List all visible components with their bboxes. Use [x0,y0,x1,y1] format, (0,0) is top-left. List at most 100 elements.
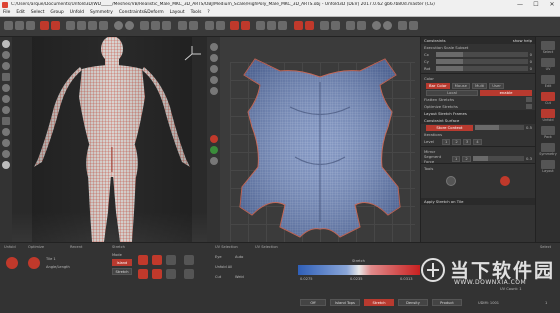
snap-icon[interactable] [346,21,355,30]
mode-uv-icon[interactable] [541,58,555,67]
pack-icon[interactable] [320,21,329,30]
optimize-checkbox[interactable] [526,104,532,109]
loop-select-icon[interactable] [2,128,10,136]
mode-pack-icon[interactable] [541,126,555,135]
level-2-button[interactable]: 2 [452,138,461,145]
tool-target-icon[interactable] [500,176,510,186]
local-button[interactable]: Local [426,89,478,96]
shading-icon[interactable] [125,21,134,30]
uv-select-icon[interactable] [209,43,218,51]
island-button[interactable]: Island [112,259,132,266]
new-icon[interactable] [4,21,13,30]
flatten-checkbox[interactable] [526,97,532,102]
tool-c-icon[interactable] [166,255,176,265]
tool-f-icon[interactable] [166,269,176,279]
select-vertex-icon[interactable] [66,21,75,30]
select-tool-icon[interactable] [2,40,10,48]
close-button[interactable]: ✕ [544,0,560,9]
minimize-button[interactable]: — [512,0,528,9]
uv-grid-icon[interactable] [209,157,218,165]
redo-icon[interactable] [51,21,60,30]
iterations-slider[interactable] [474,125,524,130]
scale-icon[interactable] [278,21,287,30]
maximize-button[interactable]: ☐ [528,0,544,9]
weld-label[interactable]: Weld [235,275,244,279]
frame-icon[interactable] [189,21,198,30]
tab-bar-color[interactable]: Bar Color [426,82,450,89]
undo-icon[interactable] [40,21,49,30]
menu-tools[interactable]: Tools [188,10,205,15]
viewport-uv[interactable] [220,37,420,242]
texture-icon[interactable] [151,21,160,30]
tab-mouse[interactable]: Mouse [451,82,470,89]
select-edge-icon[interactable] [77,21,86,30]
stretch-view-icon[interactable] [372,21,381,30]
align-icon[interactable] [331,21,340,30]
density-button[interactable]: Density [398,299,428,306]
optimize-icon[interactable] [305,21,314,30]
open-icon[interactable] [15,21,24,30]
menu-file[interactable]: File [0,10,13,15]
menu-layout[interactable]: Layout [167,10,188,15]
cut-tool-icon[interactable] [230,21,239,30]
rotate-icon[interactable] [267,21,276,30]
viewport-3d[interactable] [12,37,207,242]
grid-icon[interactable] [205,21,214,30]
uv-rotate-icon[interactable] [209,65,218,73]
menu-help[interactable]: ? [204,10,212,15]
tool-g-icon[interactable] [184,255,194,265]
cy-slider[interactable] [436,59,528,64]
island-tops-button[interactable]: Island Tops [330,299,360,306]
side-view-icon[interactable] [2,106,10,114]
symmetry-axis-icon[interactable] [409,21,418,30]
eye-label[interactable]: Eye [215,255,222,259]
brush-tool-icon[interactable] [2,51,10,59]
mode-cut-icon[interactable] [541,92,555,101]
mode-layout-icon[interactable] [541,160,555,169]
tab-user[interactable]: User [489,82,504,89]
unfold-all-label[interactable]: Unfold All [215,265,232,269]
move-icon[interactable] [256,21,265,30]
iterations-value[interactable]: 0.5 [526,125,532,130]
segment-2-button[interactable]: 2 [462,155,471,162]
menu-select[interactable]: Select [28,10,48,15]
uv-move-icon[interactable] [209,54,218,62]
ring-select-icon[interactable] [2,117,10,125]
orientation-gizmo-icon[interactable] [181,45,203,63]
optimize-action-icon[interactable] [28,257,40,269]
tool-d-icon[interactable] [138,269,148,279]
segment-1-button[interactable]: 1 [452,155,461,162]
cut-label[interactable]: Cut [215,275,221,279]
tool-b-icon[interactable] [152,255,162,265]
unfold-action-icon[interactable] [6,257,18,269]
menu-constraints-deform[interactable]: Constraints&Deform [116,10,167,15]
tile-icon[interactable] [216,21,225,30]
product-button[interactable]: Product [432,299,462,306]
cx-slider[interactable] [436,52,528,57]
menu-symmetry[interactable]: Symmetry [87,10,116,15]
grow-select-icon[interactable] [2,139,10,147]
density-view-icon[interactable] [383,21,392,30]
level-3-button[interactable]: 3 [462,138,472,145]
mode-symmetry-icon[interactable] [541,143,555,152]
rot-slider[interactable] [436,66,528,71]
wireframe-icon[interactable] [140,21,149,30]
select-face-icon[interactable] [88,21,97,30]
light-bulb-icon[interactable] [2,161,10,169]
cx-value[interactable]: 0 [530,52,532,57]
level-4-button[interactable]: 4 [473,138,482,145]
save-icon[interactable] [26,21,35,30]
stretch-mode-button[interactable]: Stretch [112,268,132,275]
menu-group[interactable]: Group [47,10,66,15]
uv-unfold-icon[interactable] [209,135,218,143]
uv-flip-icon[interactable] [209,87,218,95]
tool-e-icon[interactable] [152,269,162,279]
stretch-button[interactable]: Stretch [364,299,394,306]
mode-select-icon[interactable] [541,41,555,50]
weld-tool-icon[interactable] [241,21,250,30]
level-1-button[interactable]: 1 [442,138,451,145]
menu-unfold[interactable]: Unfold [67,10,87,15]
symmetry-icon[interactable] [398,21,407,30]
pin-icon[interactable] [357,21,366,30]
show-help-link[interactable]: show help [513,38,532,43]
